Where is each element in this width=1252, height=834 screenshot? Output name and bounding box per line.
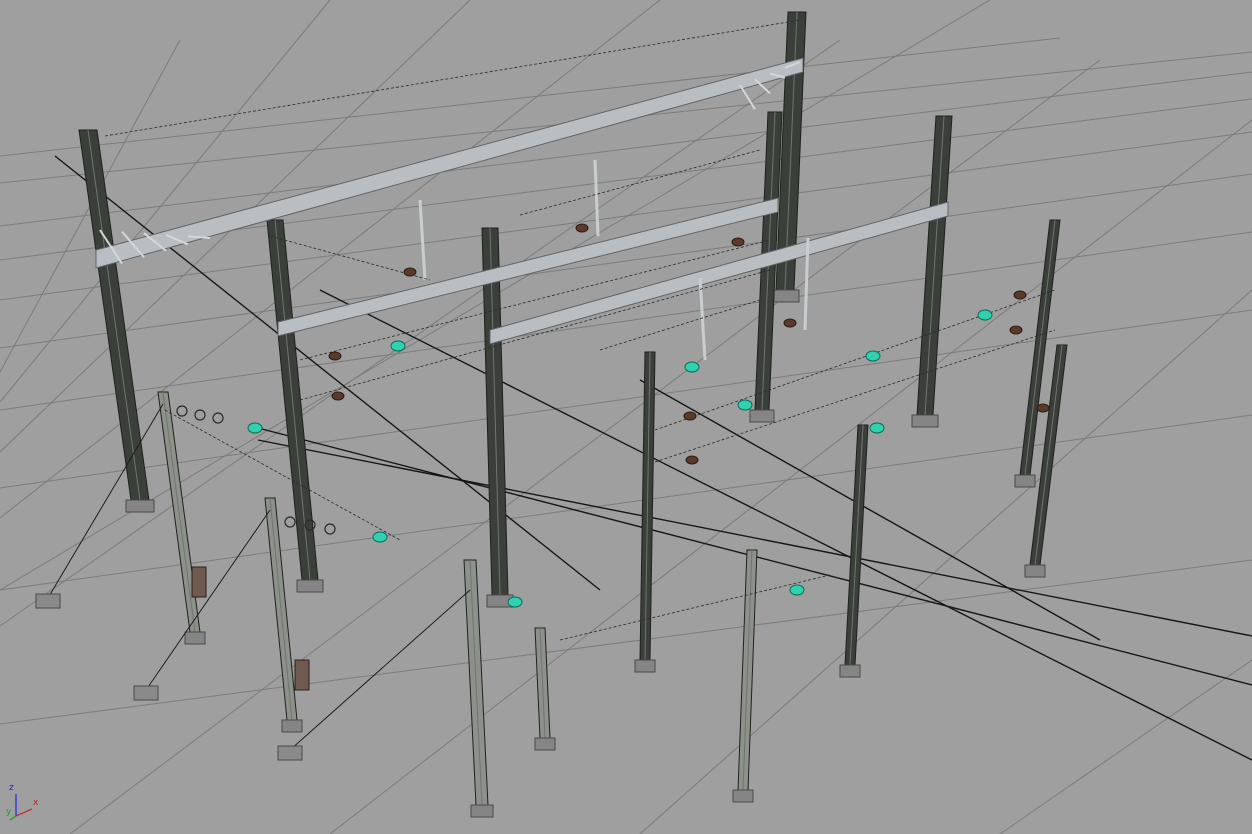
insulator xyxy=(507,596,523,608)
catenary-mast-foundation xyxy=(125,499,155,513)
ground-anchor xyxy=(133,685,159,701)
x-axis-label: x xyxy=(33,798,39,808)
insulator xyxy=(684,361,700,373)
insulator xyxy=(1036,403,1050,413)
insulator xyxy=(865,350,881,362)
catenary-mast-foundation xyxy=(749,409,775,423)
insulator xyxy=(403,267,417,277)
axis-gizmo: z x y xyxy=(4,782,48,828)
insulator xyxy=(1009,325,1023,335)
y-axis-label: y xyxy=(6,807,12,817)
cantilever-arm xyxy=(698,277,707,361)
grid-line xyxy=(0,231,1252,411)
grid-line xyxy=(999,659,1252,834)
catenary-mast-foundation xyxy=(634,659,656,673)
tension-weight xyxy=(191,566,207,598)
guy-wire xyxy=(289,589,471,751)
insulator xyxy=(869,422,885,434)
insulator xyxy=(390,340,406,352)
grid-line xyxy=(0,71,1252,227)
insulator xyxy=(247,422,263,434)
z-axis-label: z xyxy=(9,783,14,793)
insulator xyxy=(328,351,342,361)
contact-wire xyxy=(654,289,1056,431)
insulator xyxy=(575,223,589,233)
cantilever-arm xyxy=(418,199,427,281)
concrete-pole-edge xyxy=(162,391,196,633)
ground-anchor xyxy=(277,745,303,761)
catenary-mast-edge xyxy=(87,129,141,501)
contact-wire xyxy=(559,574,831,641)
catenary-mast-foundation xyxy=(839,664,861,678)
ring-insulator xyxy=(194,409,206,421)
catenary-scene xyxy=(0,0,1252,834)
ring-insulator xyxy=(176,405,188,417)
contact-wire xyxy=(519,149,761,216)
ring-insulator xyxy=(212,412,224,424)
cantilever-arm xyxy=(593,159,600,237)
insulator xyxy=(372,531,388,543)
catenary-mast-foundation xyxy=(1024,564,1046,578)
ground-wire xyxy=(319,289,1252,761)
insulator xyxy=(977,309,993,321)
insulator xyxy=(737,399,753,411)
ring-insulator xyxy=(324,523,336,535)
x-axis-line xyxy=(15,808,33,817)
insulator xyxy=(789,584,805,596)
catenary-mast-foundation xyxy=(296,579,324,593)
guy-wire xyxy=(145,509,271,691)
insulator xyxy=(731,237,745,247)
insulator xyxy=(685,455,699,465)
insulator xyxy=(331,391,345,401)
contact-wire xyxy=(599,299,761,351)
grid-line xyxy=(0,309,1252,489)
grid-line xyxy=(0,131,1252,301)
concrete-pole-foundation xyxy=(184,631,206,645)
concrete-pole-foundation xyxy=(281,719,303,733)
insulator xyxy=(1013,290,1027,300)
concrete-pole-foundation xyxy=(534,737,556,751)
catenary-mast-foundation xyxy=(1014,474,1036,488)
catenary-mast-foundation xyxy=(911,414,939,428)
catenary-mast-foundation xyxy=(770,289,800,303)
ground-anchor xyxy=(35,593,61,609)
3d-viewport[interactable]: z x y xyxy=(0,0,1252,834)
grid-line xyxy=(639,289,1252,834)
insulator xyxy=(683,411,697,421)
ring-insulator xyxy=(284,516,296,528)
concrete-pole-foundation xyxy=(470,804,494,818)
tension-weight xyxy=(294,659,310,691)
contact-wire xyxy=(104,19,801,137)
insulator xyxy=(783,318,797,328)
concrete-pole-foundation xyxy=(732,789,754,803)
